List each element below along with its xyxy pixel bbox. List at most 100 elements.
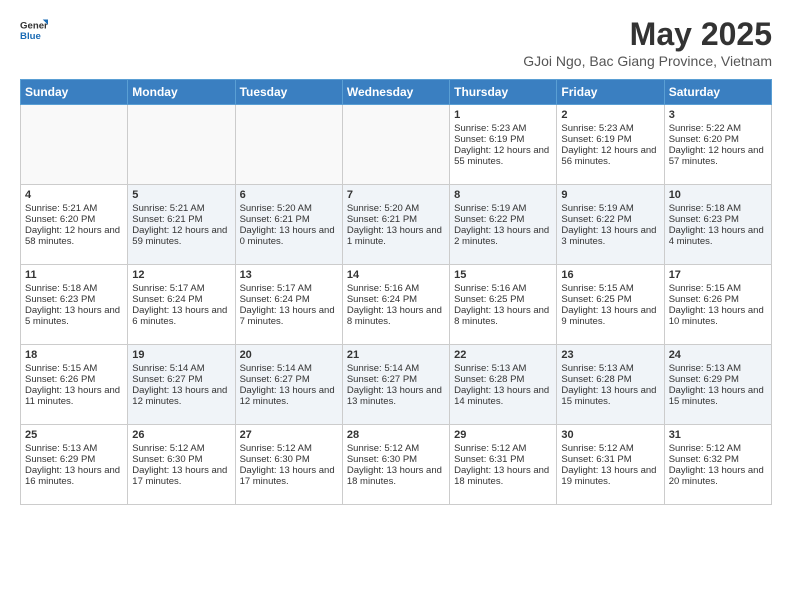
day-info: Daylight: 13 hours and 15 minutes. xyxy=(561,385,659,407)
day-cell: 5Sunrise: 5:21 AMSunset: 6:21 PMDaylight… xyxy=(128,185,235,265)
week-row-1: 1Sunrise: 5:23 AMSunset: 6:19 PMDaylight… xyxy=(21,105,772,185)
day-cell xyxy=(128,105,235,185)
day-info: Daylight: 13 hours and 2 minutes. xyxy=(454,225,552,247)
day-info: Daylight: 13 hours and 7 minutes. xyxy=(240,305,338,327)
day-cell xyxy=(21,105,128,185)
day-info: Sunset: 6:30 PM xyxy=(132,454,230,465)
day-cell: 18Sunrise: 5:15 AMSunset: 6:26 PMDayligh… xyxy=(21,345,128,425)
day-cell: 12Sunrise: 5:17 AMSunset: 6:24 PMDayligh… xyxy=(128,265,235,345)
day-number: 22 xyxy=(454,349,552,361)
day-info: Sunset: 6:21 PM xyxy=(240,214,338,225)
calendar-table: SundayMondayTuesdayWednesdayThursdayFrid… xyxy=(20,79,772,505)
day-header-tuesday: Tuesday xyxy=(235,80,342,105)
logo-icon: General Blue xyxy=(20,16,48,44)
day-info: Daylight: 13 hours and 18 minutes. xyxy=(454,465,552,487)
day-info: Daylight: 12 hours and 59 minutes. xyxy=(132,225,230,247)
day-info: Daylight: 13 hours and 14 minutes. xyxy=(454,385,552,407)
day-info: Sunrise: 5:15 AM xyxy=(669,283,767,294)
day-info: Sunrise: 5:20 AM xyxy=(347,203,445,214)
day-cell: 25Sunrise: 5:13 AMSunset: 6:29 PMDayligh… xyxy=(21,425,128,505)
day-info: Sunset: 6:25 PM xyxy=(454,294,552,305)
calendar-header: SundayMondayTuesdayWednesdayThursdayFrid… xyxy=(21,80,772,105)
day-info: Sunset: 6:25 PM xyxy=(561,294,659,305)
day-number: 10 xyxy=(669,189,767,201)
day-cell: 2Sunrise: 5:23 AMSunset: 6:19 PMDaylight… xyxy=(557,105,664,185)
day-cell: 1Sunrise: 5:23 AMSunset: 6:19 PMDaylight… xyxy=(450,105,557,185)
day-cell: 20Sunrise: 5:14 AMSunset: 6:27 PMDayligh… xyxy=(235,345,342,425)
day-number: 6 xyxy=(240,189,338,201)
day-info: Daylight: 13 hours and 8 minutes. xyxy=(454,305,552,327)
day-cell: 29Sunrise: 5:12 AMSunset: 6:31 PMDayligh… xyxy=(450,425,557,505)
day-info: Daylight: 13 hours and 12 minutes. xyxy=(240,385,338,407)
day-info: Sunrise: 5:17 AM xyxy=(240,283,338,294)
day-info: Daylight: 13 hours and 12 minutes. xyxy=(132,385,230,407)
day-info: Sunrise: 5:23 AM xyxy=(561,123,659,134)
day-info: Sunrise: 5:13 AM xyxy=(561,363,659,374)
header-row: SundayMondayTuesdayWednesdayThursdayFrid… xyxy=(21,80,772,105)
day-info: Daylight: 13 hours and 9 minutes. xyxy=(561,305,659,327)
day-header-monday: Monday xyxy=(128,80,235,105)
day-info: Sunrise: 5:14 AM xyxy=(347,363,445,374)
title-block: May 2025 GJoi Ngo, Bac Giang Province, V… xyxy=(523,16,772,69)
day-info: Sunset: 6:28 PM xyxy=(561,374,659,385)
day-cell: 30Sunrise: 5:12 AMSunset: 6:31 PMDayligh… xyxy=(557,425,664,505)
day-info: Daylight: 12 hours and 56 minutes. xyxy=(561,145,659,167)
day-cell: 11Sunrise: 5:18 AMSunset: 6:23 PMDayligh… xyxy=(21,265,128,345)
day-number: 31 xyxy=(669,429,767,441)
day-cell: 10Sunrise: 5:18 AMSunset: 6:23 PMDayligh… xyxy=(664,185,771,265)
day-number: 3 xyxy=(669,109,767,121)
day-info: Sunrise: 5:21 AM xyxy=(25,203,123,214)
day-info: Daylight: 13 hours and 15 minutes. xyxy=(669,385,767,407)
day-info: Sunset: 6:27 PM xyxy=(132,374,230,385)
day-info: Daylight: 13 hours and 16 minutes. xyxy=(25,465,123,487)
day-info: Daylight: 13 hours and 1 minute. xyxy=(347,225,445,247)
day-info: Sunset: 6:31 PM xyxy=(561,454,659,465)
day-info: Daylight: 13 hours and 17 minutes. xyxy=(240,465,338,487)
day-info: Sunset: 6:20 PM xyxy=(25,214,123,225)
day-info: Sunset: 6:21 PM xyxy=(347,214,445,225)
day-info: Sunset: 6:24 PM xyxy=(347,294,445,305)
day-cell: 14Sunrise: 5:16 AMSunset: 6:24 PMDayligh… xyxy=(342,265,449,345)
day-info: Sunrise: 5:21 AM xyxy=(132,203,230,214)
day-number: 1 xyxy=(454,109,552,121)
day-number: 9 xyxy=(561,189,659,201)
day-cell: 23 Sunrise: 5:13 AMSunset: 6:28 PMDayligh… xyxy=(557,345,664,425)
day-info: Sunset: 6:32 PM xyxy=(669,454,767,465)
calendar-page: General Blue May 2025 GJoi Ngo, Bac Gian… xyxy=(0,0,792,515)
day-info: Sunrise: 5:16 AM xyxy=(454,283,552,294)
day-info: Daylight: 13 hours and 17 minutes. xyxy=(132,465,230,487)
day-info: Sunset: 6:24 PM xyxy=(240,294,338,305)
day-info: Sunrise: 5:14 AM xyxy=(132,363,230,374)
day-cell: 13Sunrise: 5:17 AMSunset: 6:24 PMDayligh… xyxy=(235,265,342,345)
day-number: 16 xyxy=(561,269,659,281)
day-info: Daylight: 13 hours and 0 minutes. xyxy=(240,225,338,247)
logo: General Blue xyxy=(20,16,48,44)
day-number: 7 xyxy=(347,189,445,201)
day-header-thursday: Thursday xyxy=(450,80,557,105)
day-cell: 17Sunrise: 5:15 AMSunset: 6:26 PMDayligh… xyxy=(664,265,771,345)
header: General Blue May 2025 GJoi Ngo, Bac Gian… xyxy=(20,16,772,69)
day-cell: 8Sunrise: 5:19 AMSunset: 6:22 PMDaylight… xyxy=(450,185,557,265)
day-info: Sunset: 6:23 PM xyxy=(669,214,767,225)
day-info: Daylight: 12 hours and 58 minutes. xyxy=(25,225,123,247)
day-info: Sunset: 6:19 PM xyxy=(454,134,552,145)
day-info: Daylight: 13 hours and 20 minutes. xyxy=(669,465,767,487)
day-number: 18 xyxy=(25,349,123,361)
day-info: Sunset: 6:27 PM xyxy=(240,374,338,385)
day-info: Sunset: 6:27 PM xyxy=(347,374,445,385)
week-row-3: 11Sunrise: 5:18 AMSunset: 6:23 PMDayligh… xyxy=(21,265,772,345)
day-info: Daylight: 13 hours and 11 minutes. xyxy=(25,385,123,407)
day-info: Sunrise: 5:15 AM xyxy=(561,283,659,294)
day-info: Daylight: 12 hours and 57 minutes. xyxy=(669,145,767,167)
day-info: Sunrise: 5:14 AM xyxy=(240,363,338,374)
day-header-wednesday: Wednesday xyxy=(342,80,449,105)
day-number: 4 xyxy=(25,189,123,201)
month-title: May 2025 xyxy=(523,16,772,53)
day-info: Sunset: 6:19 PM xyxy=(561,134,659,145)
day-info: Daylight: 13 hours and 5 minutes. xyxy=(25,305,123,327)
day-number: 23 xyxy=(561,349,659,361)
day-info: Sunrise: 5:12 AM xyxy=(240,443,338,454)
day-info: Sunrise: 5:19 AM xyxy=(561,203,659,214)
day-info: Sunrise: 5:17 AM xyxy=(132,283,230,294)
day-cell: 3Sunrise: 5:22 AMSunset: 6:20 PMDaylight… xyxy=(664,105,771,185)
